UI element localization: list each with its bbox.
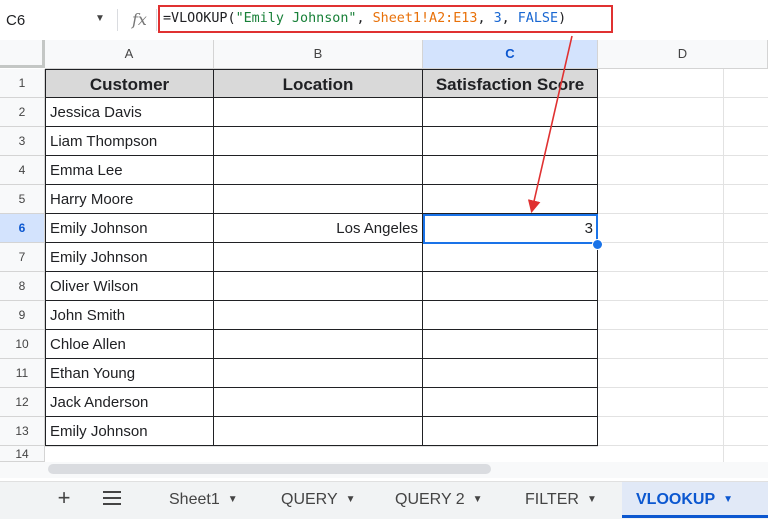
gridline [598, 387, 768, 388]
gridline [723, 69, 724, 462]
chevron-down-icon: ▼ [345, 494, 356, 505]
cell-a10[interactable]: Chloe Allen [45, 330, 214, 359]
cell-c11[interactable] [423, 359, 598, 388]
tab-label: QUERY 2 [395, 491, 465, 509]
chevron-down-icon: ▼ [723, 494, 734, 505]
row-header-1[interactable]: 1 [0, 69, 45, 98]
cell-b4[interactable] [214, 156, 423, 185]
cell-a8[interactable]: Oliver Wilson [45, 272, 214, 301]
gridline [598, 271, 768, 272]
column-header-a[interactable]: A [45, 40, 214, 69]
cell-a7[interactable]: Emily Johnson [45, 243, 214, 272]
cell-a6[interactable]: Emily Johnson [45, 214, 214, 243]
fx-icon: fx [132, 10, 147, 29]
gridline [598, 329, 768, 330]
cell-a12[interactable]: Jack Anderson [45, 388, 214, 417]
row-header-9[interactable]: 9 [0, 301, 45, 330]
column-header-b[interactable]: B [214, 40, 423, 69]
cell-b8[interactable] [214, 272, 423, 301]
gridline [598, 97, 768, 98]
chevron-down-icon: ▼ [472, 494, 483, 505]
tab-label: VLOOKUP [636, 491, 716, 509]
gridline [598, 184, 768, 185]
cell-c7[interactable] [423, 243, 598, 272]
gridline [598, 358, 768, 359]
tab-query-2[interactable]: QUERY 2 ▼ [386, 482, 515, 518]
active-cell-border [423, 214, 598, 244]
cell-a9[interactable]: John Smith [45, 301, 214, 330]
cell-b2[interactable] [214, 98, 423, 127]
tab-label: QUERY [281, 491, 338, 509]
cell-c2[interactable] [423, 98, 598, 127]
cell-a3[interactable]: Liam Thompson [45, 127, 214, 156]
row-header-3[interactable]: 3 [0, 127, 45, 156]
divider [156, 9, 157, 31]
row-header-12[interactable]: 12 [0, 388, 45, 417]
cell-c10[interactable] [423, 330, 598, 359]
chevron-down-icon: ▼ [227, 494, 238, 505]
add-sheet-icon[interactable]: + [54, 485, 74, 511]
header-cell-satisfaction-score[interactable]: Satisfaction Score [423, 69, 598, 98]
cell-b3[interactable] [214, 127, 423, 156]
row-header-6[interactable]: 6 [0, 214, 45, 243]
gridline [598, 300, 768, 301]
all-sheets-menu-icon[interactable] [103, 491, 121, 509]
header-cell-location[interactable]: Location [214, 69, 423, 98]
chevron-down-icon: ▼ [586, 494, 597, 505]
cell-b7[interactable] [214, 243, 423, 272]
row-header-2[interactable]: 2 [0, 98, 45, 127]
cell-a13[interactable]: Emily Johnson [45, 417, 214, 446]
gridline [598, 242, 768, 243]
row-header-8[interactable]: 8 [0, 272, 45, 301]
gridline [598, 126, 768, 127]
fill-handle[interactable] [592, 239, 603, 250]
tab-vlookup[interactable]: VLOOKUP ▼ [622, 482, 768, 518]
cell-b11[interactable] [214, 359, 423, 388]
formula-highlight-box [158, 5, 613, 33]
gridline [598, 155, 768, 156]
tab-sheet1[interactable]: Sheet1 ▼ [160, 482, 269, 518]
cell-b5[interactable] [214, 185, 423, 214]
select-all-corner[interactable] [0, 40, 45, 68]
gridline [45, 446, 598, 447]
row-header-13[interactable]: 13 [0, 417, 45, 446]
header-cell-customer[interactable]: Customer [45, 69, 214, 98]
cell-c4[interactable] [423, 156, 598, 185]
cell-a11[interactable]: Ethan Young [45, 359, 214, 388]
cell-c12[interactable] [423, 388, 598, 417]
cell-c9[interactable] [423, 301, 598, 330]
row-header-14[interactable]: 14 [0, 446, 45, 462]
tab-label: Sheet1 [169, 491, 220, 509]
tab-filter[interactable]: FILTER ▼ [514, 482, 625, 518]
cell-b6[interactable]: Los Angeles [214, 214, 423, 243]
cell-b13[interactable] [214, 417, 423, 446]
cell-c13[interactable] [423, 417, 598, 446]
row-header-5[interactable]: 5 [0, 185, 45, 214]
gridline [598, 213, 768, 214]
cell-a2[interactable]: Jessica Davis [45, 98, 214, 127]
chevron-down-icon[interactable]: ▼ [95, 13, 105, 24]
cell-a4[interactable]: Emma Lee [45, 156, 214, 185]
gridline [598, 445, 768, 446]
column-header-c[interactable]: C [423, 40, 598, 69]
row-header-10[interactable]: 10 [0, 330, 45, 359]
row-header-11[interactable]: 11 [0, 359, 45, 388]
tab-query[interactable]: QUERY ▼ [270, 482, 391, 518]
divider [117, 9, 118, 31]
cell-a5[interactable]: Harry Moore [45, 185, 214, 214]
cell-b10[interactable] [214, 330, 423, 359]
name-box[interactable]: C6 [6, 12, 25, 29]
cell-c8[interactable] [423, 272, 598, 301]
row-header-7[interactable]: 7 [0, 243, 45, 272]
cell-c5[interactable] [423, 185, 598, 214]
scrollbar-thumb[interactable] [48, 464, 491, 474]
gridline [598, 416, 768, 417]
tab-label: FILTER [525, 491, 579, 509]
cell-b9[interactable] [214, 301, 423, 330]
cell-b12[interactable] [214, 388, 423, 417]
column-header-d[interactable]: D [598, 40, 768, 69]
row-header-4[interactable]: 4 [0, 156, 45, 185]
cell-c3[interactable] [423, 127, 598, 156]
